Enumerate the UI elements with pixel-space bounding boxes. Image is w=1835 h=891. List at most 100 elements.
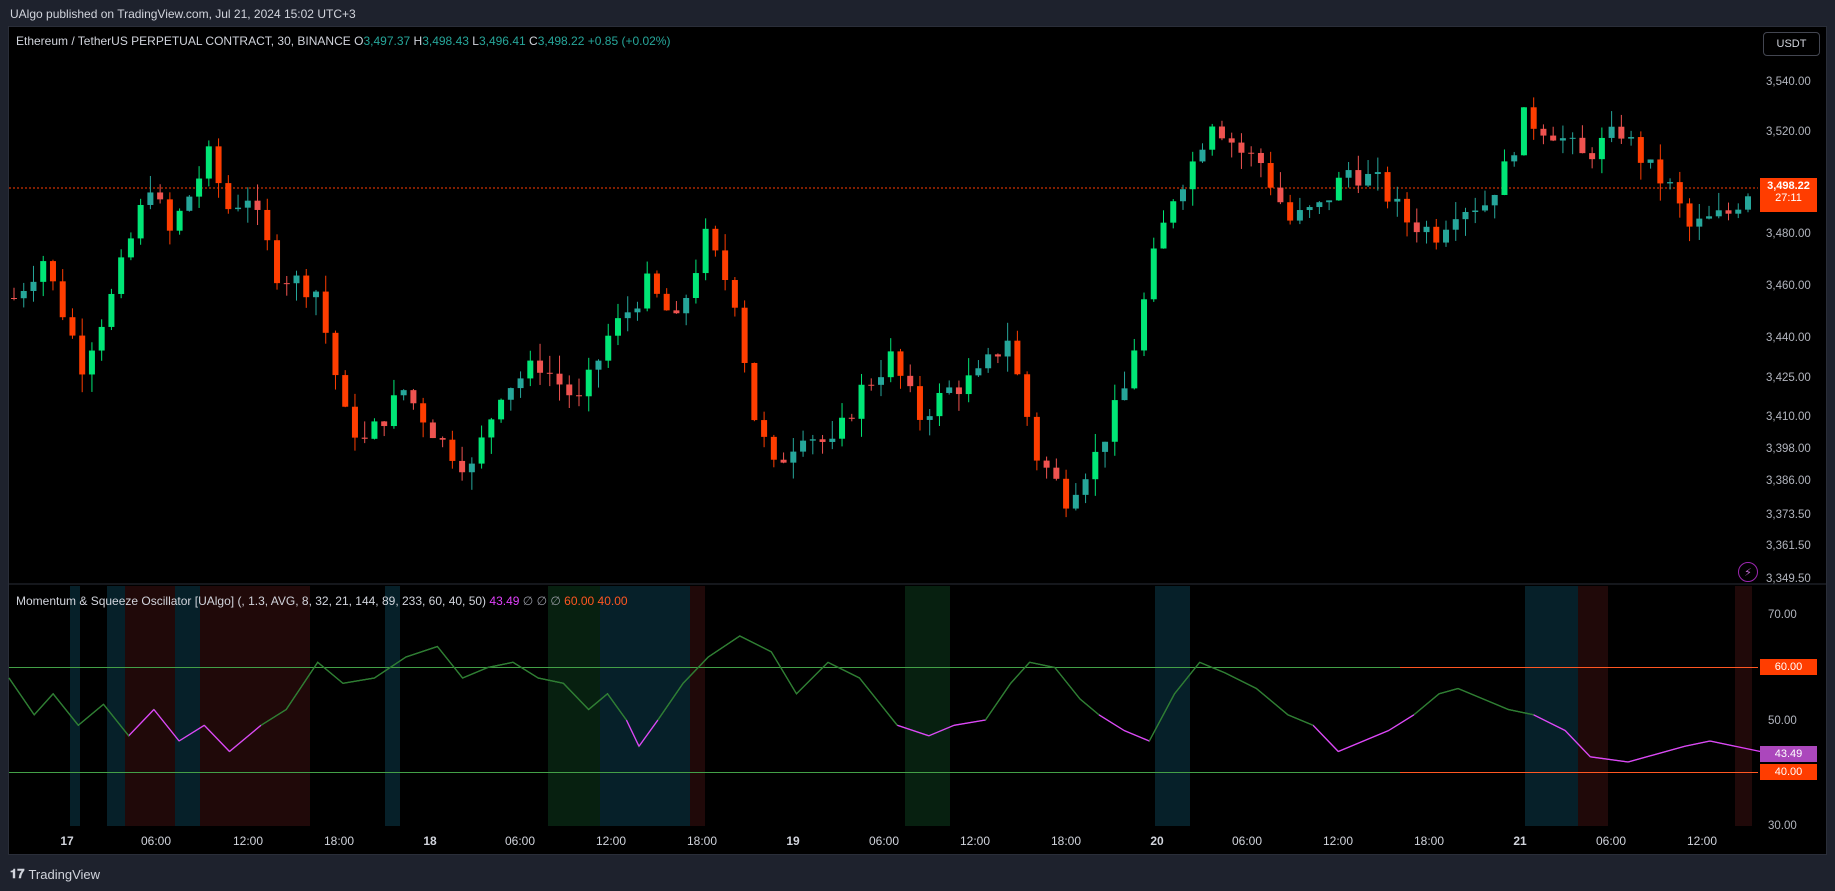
- candle-body: [1111, 400, 1118, 442]
- candle-body: [1238, 142, 1245, 153]
- candle-body: [439, 438, 446, 440]
- candle-body: [653, 273, 660, 294]
- price-axis-label: 3,440.00: [1766, 332, 1811, 344]
- candle-body: [1199, 149, 1206, 162]
- close-label: C: [529, 34, 538, 48]
- candle-body: [1189, 161, 1196, 190]
- tradingview-logo-icon: 𝟏𝟕: [10, 866, 25, 881]
- candle-body: [1686, 203, 1693, 227]
- candle-body: [712, 228, 719, 251]
- candle-body: [878, 377, 884, 385]
- time-axis-label: 12:00: [233, 834, 263, 848]
- candle-body: [907, 375, 914, 387]
- candle-body: [663, 293, 670, 311]
- candle-body: [1433, 226, 1440, 243]
- candle-body: [585, 369, 592, 397]
- candle-body: [1063, 478, 1070, 509]
- candle-body: [303, 275, 310, 298]
- candle-body: [1092, 451, 1099, 480]
- indicator-params: (, 1.3, AVG, 8, 32, 21, 144, 89, 233, 60…: [237, 594, 487, 608]
- candle-body: [527, 360, 534, 379]
- candle-body: [20, 290, 27, 299]
- candle-body: [478, 437, 485, 464]
- currency-button[interactable]: USDT: [1763, 32, 1820, 56]
- candle-body: [1121, 388, 1128, 401]
- candle-body: [459, 460, 466, 473]
- candle-body: [342, 375, 349, 407]
- candle-body: [1647, 159, 1654, 163]
- price-axis-label: 3,540.00: [1766, 76, 1811, 88]
- candle-body: [30, 281, 37, 291]
- squeeze-zone: [107, 586, 125, 826]
- candle-body: [1024, 374, 1031, 417]
- candle-body: [322, 291, 329, 333]
- candle-body: [897, 351, 904, 376]
- candle-body: [312, 291, 319, 298]
- price-axis-label: 3,520.00: [1766, 126, 1811, 138]
- candle-body: [235, 207, 242, 210]
- indicator-value-tag: 43.49: [1760, 746, 1817, 762]
- candle-body: [692, 273, 699, 298]
- candle-body: [59, 281, 66, 318]
- candle-body: [1374, 172, 1381, 174]
- candle-body: [1598, 137, 1605, 160]
- candle-body: [127, 238, 134, 258]
- candle-body: [332, 332, 339, 376]
- candle-body: [829, 438, 836, 442]
- candle-body: [1520, 107, 1527, 156]
- lower-band-tag: 40.00: [1760, 764, 1817, 780]
- candle-body: [780, 459, 787, 463]
- open-value: 3,497.37: [363, 34, 411, 48]
- candle-body: [449, 439, 456, 461]
- candle-body: [946, 387, 953, 393]
- candle-body: [1257, 152, 1264, 164]
- candle-body: [1082, 479, 1089, 495]
- candle-body: [761, 420, 768, 437]
- squeeze-zone: [200, 586, 265, 826]
- candle-body: [517, 378, 524, 389]
- candle-body: [176, 210, 183, 231]
- squeeze-zone: [175, 586, 200, 826]
- indicator-value: 43.49: [489, 594, 520, 608]
- candle-body: [351, 406, 358, 438]
- lightning-icon[interactable]: ⚡: [1738, 562, 1758, 582]
- candle-body: [196, 178, 203, 197]
- candle-body: [1569, 137, 1576, 139]
- candle-body: [371, 421, 378, 439]
- candle-body: [576, 395, 583, 397]
- osc-axis-label: 70.00: [1768, 609, 1797, 621]
- candle-body: [1404, 198, 1411, 223]
- candle-body: [361, 437, 368, 439]
- time-axis-label: 17: [60, 834, 74, 848]
- time-axis-label: 12:00: [1323, 834, 1353, 848]
- candle-body: [1550, 135, 1557, 141]
- squeeze-zone: [600, 586, 690, 826]
- candle-body: [556, 373, 563, 385]
- candle-body: [644, 273, 651, 309]
- candle-body: [1335, 177, 1342, 201]
- candle-body: [994, 354, 1001, 357]
- candle-body: [166, 199, 173, 231]
- candle-body: [488, 419, 495, 438]
- candle-body: [634, 308, 641, 313]
- candle-body: [1218, 126, 1225, 139]
- symbol-description[interactable]: Ethereum / TetherUS PERPETUAL CONTRACT, …: [16, 34, 351, 48]
- candle-body: [1209, 126, 1216, 150]
- squeeze-zone: [690, 586, 705, 826]
- tradingview-footer: 𝟏𝟕 TradingView: [10, 866, 100, 882]
- candle-body: [157, 192, 164, 200]
- candle-body: [731, 280, 738, 308]
- candle-body: [1725, 210, 1732, 214]
- indicator-name[interactable]: Momentum & Squeeze Oscillator [UAlgo]: [16, 594, 234, 608]
- candle-body: [1589, 153, 1596, 160]
- chart-canvas[interactable]: 3,540.003,520.003,500.003,480.003,460.00…: [0, 0, 1835, 891]
- candle-body: [108, 293, 115, 327]
- candle-body: [955, 387, 962, 395]
- candle-body: [1131, 350, 1138, 389]
- candle-body: [1540, 128, 1547, 136]
- candle-body: [858, 384, 865, 419]
- candle-body: [40, 261, 47, 282]
- candle-body: [410, 390, 417, 404]
- candle-body: [1501, 161, 1508, 195]
- current-price-value: 3,498.22: [1767, 180, 1810, 192]
